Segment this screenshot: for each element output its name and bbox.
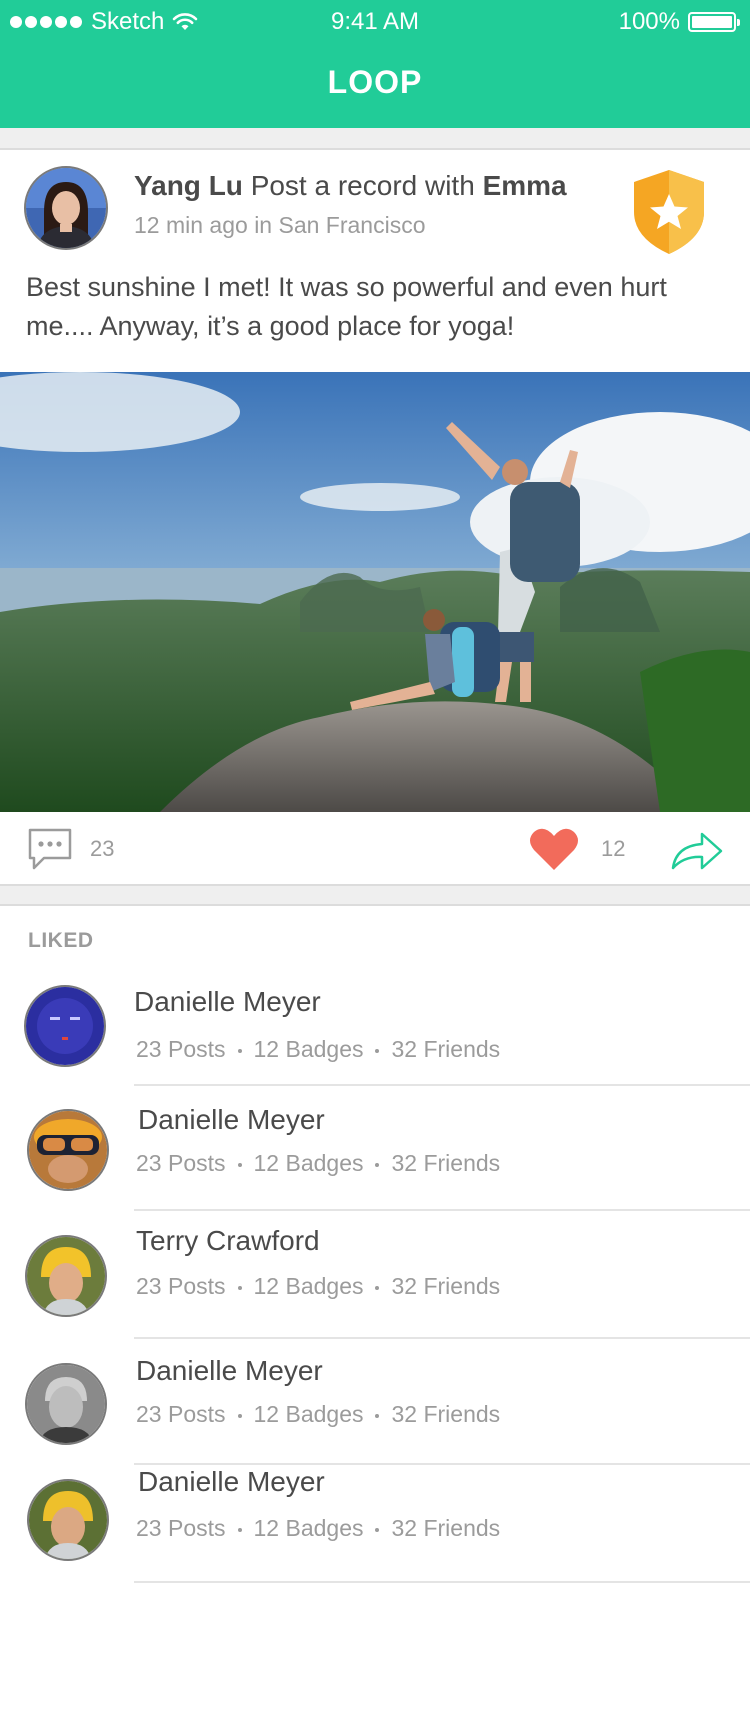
comment-count: 23 [90,836,115,861]
user-friends: 32 Friends [391,1036,501,1062]
liked-user-row[interactable]: Danielle Meyer 23 Posts 12 Badges 32 Frien… [0,1465,750,1583]
liked-user-row[interactable]: Danielle Meyer 23 Posts 12 Badges 32 Frien… [0,1086,750,1211]
post-title: Yang Lu Post a record with Emma [134,170,567,202]
app-header: Sketch 9:41 AM 100% LOOP [0,0,750,128]
post-photo[interactable] [0,372,750,812]
user-badges: 12 Badges [253,1150,364,1176]
user-badges: 12 Badges [253,1273,364,1299]
separator-dot [237,1285,242,1290]
post-action-text: Post a record with [250,170,475,201]
liked-user-row[interactable]: Danielle Meyer 23 Posts 12 Badges 32 Frien… [0,1339,750,1465]
separator-dot [237,1527,242,1532]
section-divider [0,128,750,150]
liked-section-label: LIKED [28,929,94,952]
row-divider [134,1581,750,1583]
user-avatar [25,1363,107,1445]
user-posts: 23 Posts [136,1036,226,1062]
user-name: Danielle Meyer [136,1355,323,1386]
user-friends: 32 Friends [391,1401,501,1427]
user-friends: 32 Friends [391,1150,501,1176]
user-friends: 32 Friends [391,1273,501,1299]
battery-icon [688,12,740,32]
user-stats: 23 Posts 12 Badges 32 Friends [136,1401,500,1428]
separator-dot [237,1048,242,1053]
section-divider [0,884,750,906]
user-posts: 23 Posts [136,1273,226,1299]
user-badges: 12 Badges [253,1515,364,1541]
separator-dot [375,1527,380,1532]
user-name: Danielle Meyer [138,1104,325,1135]
post-body: Best sunshine I met! It was so powerful … [26,272,667,341]
user-avatar [24,985,106,1067]
user-stats: 23 Posts 12 Badges 32 Friends [136,1273,500,1300]
user-name: Danielle Meyer [138,1466,325,1497]
user-posts: 23 Posts [136,1515,226,1541]
separator-dot [375,1048,380,1053]
user-name: Danielle Meyer [134,986,321,1017]
separator-dot [375,1162,380,1167]
user-stats: 23 Posts 12 Badges 32 Friends [136,1036,500,1063]
separator-dot [237,1162,242,1167]
battery-percent: 100% [618,8,680,35]
user-name: Terry Crawford [136,1225,320,1256]
user-posts: 23 Posts [136,1401,226,1427]
user-stats: 23 Posts 12 Badges 32 Friends [136,1150,500,1177]
user-avatar [27,1479,109,1561]
comment-icon[interactable] [26,826,74,872]
share-icon[interactable] [670,830,724,872]
user-avatar [27,1109,109,1191]
author-name[interactable]: Yang Lu [134,170,243,201]
liked-user-row[interactable]: Danielle Meyer 23 Posts 12 Badges 32 Frien… [0,962,750,1086]
user-posts: 23 Posts [136,1150,226,1176]
app-title: LOOP [327,64,423,100]
status-bar: Sketch 9:41 AM 100% [0,0,750,44]
separator-dot [375,1285,380,1290]
user-badges: 12 Badges [253,1036,364,1062]
tagged-user[interactable]: Emma [483,170,567,201]
like-count: 12 [601,836,626,861]
separator-dot [375,1413,380,1418]
heart-icon[interactable] [528,826,580,872]
post-timestamp-location: 12 min ago in San Francisco [134,212,426,238]
status-right: 100% [618,8,740,36]
user-badges: 12 Badges [253,1401,364,1427]
liked-user-row[interactable]: Terry Crawford 23 Posts 12 Badges 32 Frien… [0,1211,750,1339]
star-badge-icon[interactable] [630,168,708,256]
user-avatar [25,1235,107,1317]
user-friends: 32 Friends [391,1515,501,1541]
author-avatar[interactable] [24,166,108,250]
user-stats: 23 Posts 12 Badges 32 Friends [136,1515,500,1542]
separator-dot [237,1413,242,1418]
